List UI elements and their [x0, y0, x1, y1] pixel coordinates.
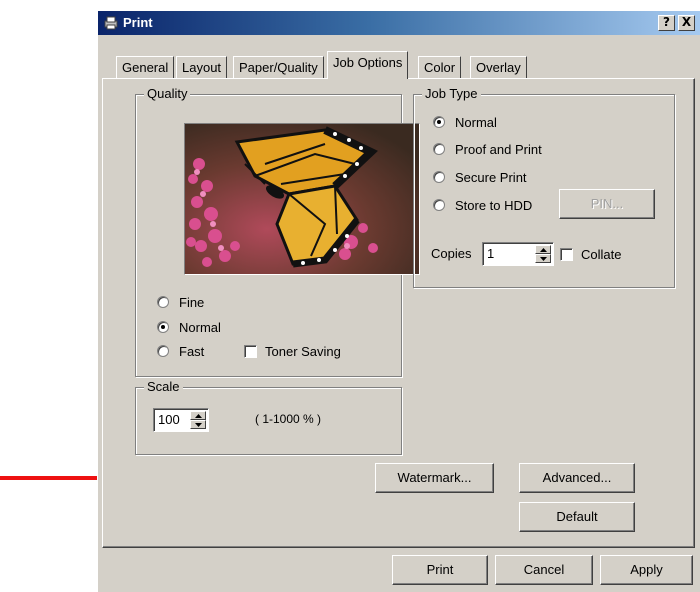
arrow-up-icon [195, 414, 202, 418]
print-button[interactable]: Print [392, 555, 488, 585]
cancel-button[interactable]: Cancel [495, 555, 593, 585]
job-type-secure-option[interactable]: Secure Print [433, 168, 527, 186]
job-type-proof-radio[interactable] [433, 143, 445, 155]
scale-input[interactable]: 100 [153, 408, 209, 432]
collate-checkbox[interactable] [560, 247, 573, 261]
collate-option[interactable]: Collate [560, 245, 621, 263]
quality-fine-label: Fine [179, 294, 205, 310]
close-button[interactable]: X [678, 15, 695, 31]
tab-color[interactable]: Color [418, 56, 462, 78]
copies-up-button[interactable] [535, 245, 551, 254]
title-bar[interactable]: Print ? X [98, 11, 700, 35]
toner-saving-option[interactable]: Toner Saving [244, 342, 341, 360]
help-button[interactable]: ? [658, 15, 675, 31]
job-type-store-label: Store to HDD [455, 197, 533, 213]
quality-fast-option[interactable]: Fast [157, 342, 204, 360]
copies-label: Copies [431, 246, 472, 261]
toner-saving-checkbox[interactable] [244, 344, 257, 358]
scale-range-note: ( 1-1000 % ) [255, 412, 322, 426]
butterfly-image-icon [185, 124, 419, 274]
copies-input[interactable]: 1 [482, 242, 554, 266]
quality-fine-option[interactable]: Fine [157, 293, 204, 311]
job-type-proof-label: Proof and Print [455, 141, 542, 157]
job-type-store-option[interactable]: Store to HDD [433, 196, 532, 214]
arrow-up-icon [540, 248, 547, 252]
scale-up-button[interactable] [190, 411, 206, 420]
scale-group: Scale 100 ( 1-1000 % ) [135, 379, 402, 455]
quality-legend: Quality [144, 86, 191, 102]
tab-job-options[interactable]: Job Options [327, 51, 409, 79]
quality-normal-radio[interactable] [157, 321, 169, 333]
copies-spinner[interactable] [535, 245, 551, 263]
job-type-normal-radio[interactable] [433, 116, 445, 128]
scale-value: 100 [158, 412, 180, 427]
tab-general[interactable]: General [116, 56, 175, 78]
arrow-down-icon [540, 257, 547, 261]
arrow-down-icon [195, 423, 202, 427]
advanced-button[interactable]: Advanced... [519, 463, 635, 493]
quality-normal-label: Normal [179, 319, 221, 335]
toner-saving-label: Toner Saving [265, 343, 341, 359]
tab-overlay[interactable]: Overlay [470, 56, 527, 78]
job-options-panel: Quality Fine Normal Fast Toner Saving Sc… [102, 78, 695, 548]
window-title: Print [123, 15, 153, 30]
job-type-proof-option[interactable]: Proof and Print [433, 140, 542, 158]
quality-fine-radio[interactable] [157, 296, 169, 308]
tab-paper-quality[interactable]: Paper/Quality [233, 56, 324, 78]
print-dialog: Print ? X General Layout Paper/Quality J… [97, 10, 700, 592]
default-button[interactable]: Default [519, 502, 635, 532]
pin-button[interactable]: PIN... [559, 189, 655, 219]
copies-down-button[interactable] [535, 254, 551, 263]
collate-label: Collate [581, 246, 622, 262]
quality-fast-label: Fast [179, 343, 205, 359]
printer-icon [104, 16, 118, 30]
watermark-button[interactable]: Watermark... [375, 463, 494, 493]
apply-button[interactable]: Apply [600, 555, 693, 585]
job-type-legend: Job Type [422, 86, 481, 102]
quality-normal-option[interactable]: Normal [157, 318, 221, 336]
scale-spinner[interactable] [190, 411, 206, 429]
quality-preview-image [184, 123, 420, 275]
job-type-store-radio[interactable] [433, 199, 445, 211]
job-type-secure-label: Secure Print [455, 169, 527, 185]
job-type-normal-option[interactable]: Normal [433, 113, 497, 131]
job-type-group: Job Type Normal Proof and Print Secure P… [413, 86, 675, 288]
tab-layout[interactable]: Layout [176, 56, 228, 78]
quality-group: Quality Fine Normal Fast Toner Saving [135, 86, 420, 377]
job-type-normal-label: Normal [455, 114, 497, 130]
job-type-secure-radio[interactable] [433, 171, 445, 183]
scale-legend: Scale [144, 379, 183, 395]
scale-down-button[interactable] [190, 420, 206, 429]
copies-value: 1 [487, 246, 495, 261]
quality-fast-radio[interactable] [157, 345, 169, 357]
